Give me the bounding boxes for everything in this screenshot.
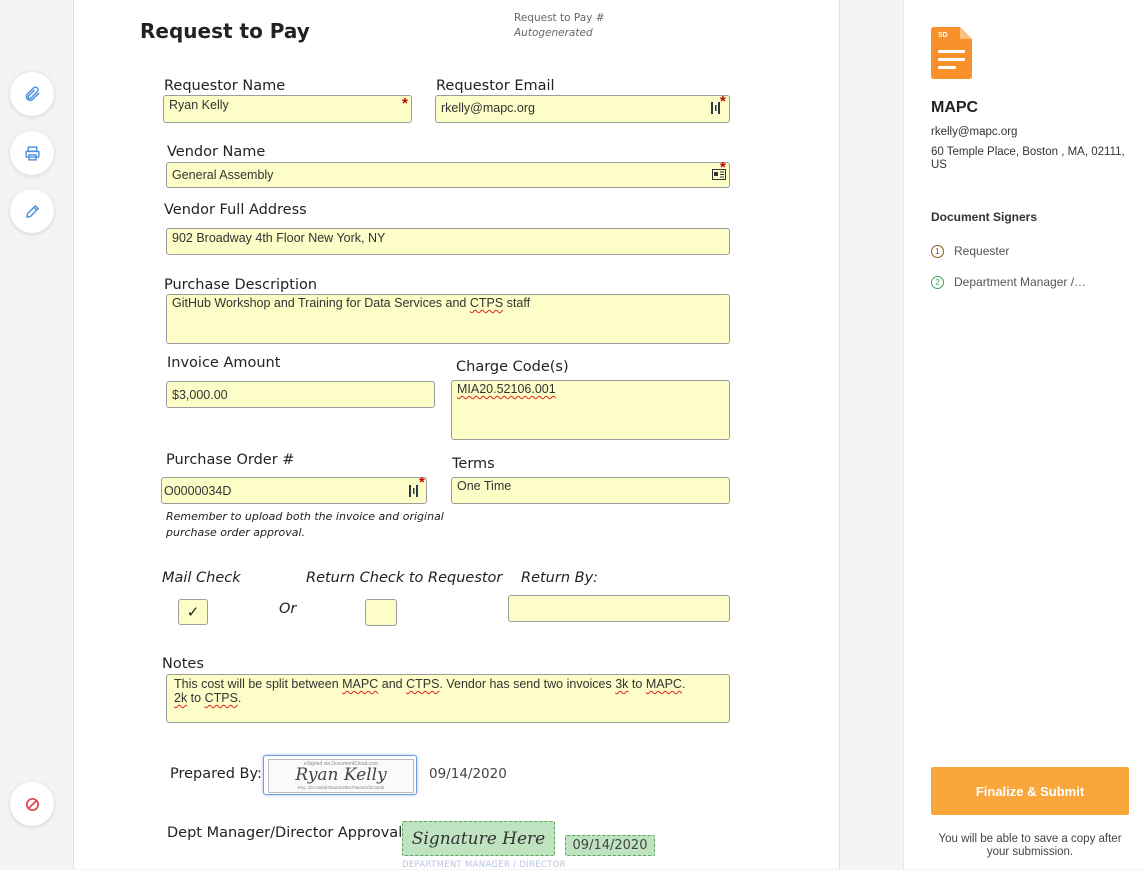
sender-panel: SD MAPC rkelly@mapc.org 60 Temple Place,… bbox=[903, 0, 1145, 869]
signature-placeholder: Signature Here bbox=[411, 828, 546, 849]
sender-address-line1: 60 Temple Place, Boston , MA, 02111, bbox=[931, 146, 1125, 158]
return-by-label: Return By: bbox=[521, 570, 599, 586]
prepared-by-label: Prepared By: bbox=[170, 766, 262, 782]
purchase-description-field[interactable]: GitHub Workshop and Training for Data Se… bbox=[166, 294, 730, 344]
finalize-note: You will be able to save a copy after yo… bbox=[938, 833, 1122, 858]
notes-line2: 2k to CTPS. bbox=[174, 691, 242, 705]
mail-check-checkbox[interactable]: ✓ bbox=[178, 599, 208, 625]
request-number-label: Request to Pay # bbox=[514, 12, 605, 24]
pencil-icon bbox=[25, 204, 39, 218]
prepared-signature[interactable]: eSigned via DocumentCloud.com Ryan Kelly… bbox=[263, 755, 417, 795]
left-toolbar bbox=[0, 0, 74, 869]
vendor-name-label: Vendor Name bbox=[167, 144, 266, 160]
sender-address-line2: US bbox=[931, 159, 947, 171]
approval-label: Dept Manager/Director Approval: bbox=[167, 825, 408, 841]
signer-label: Requester bbox=[954, 244, 1010, 258]
vendor-address-label: Vendor Full Address bbox=[164, 202, 307, 218]
purchase-description-value: GitHub Workshop and Training for Data Se… bbox=[172, 296, 531, 310]
po-value: O0000034D bbox=[164, 484, 232, 498]
signers-heading: Document Signers bbox=[931, 210, 1038, 224]
approval-date-field[interactable]: 09/14/2020 bbox=[565, 835, 655, 856]
vendor-name-value: General Assembly bbox=[172, 168, 274, 182]
return-check-checkbox[interactable] bbox=[365, 599, 397, 626]
print-button[interactable] bbox=[10, 131, 54, 175]
po-note-line2: purchase order approval. bbox=[166, 526, 306, 539]
decline-button[interactable] bbox=[10, 782, 54, 826]
request-number-value: Autogenerated bbox=[514, 27, 593, 39]
charge-codes-label: Charge Code(s) bbox=[456, 359, 569, 375]
prepared-date: 09/14/2020 bbox=[429, 766, 507, 782]
purchase-description-label: Purchase Description bbox=[164, 277, 318, 293]
or-label: Or bbox=[279, 601, 297, 617]
vendor-address-field[interactable]: 902 Broadway 4th Floor New York, NY bbox=[166, 228, 730, 255]
sender-name: MAPC bbox=[931, 99, 979, 116]
terms-label: Terms bbox=[452, 456, 495, 472]
required-marker: * bbox=[720, 159, 726, 176]
attach-button[interactable] bbox=[10, 72, 54, 116]
return-check-label: Return Check to Requestor bbox=[306, 570, 503, 586]
edit-button[interactable] bbox=[10, 189, 54, 233]
form-title: Request to Pay bbox=[140, 19, 310, 43]
vendor-address-value: 902 Broadway 4th Floor New York, NY bbox=[172, 231, 386, 245]
po-field[interactable]: O0000034D bbox=[161, 477, 427, 504]
invoice-amount-field[interactable]: $3,000.00 bbox=[166, 381, 435, 408]
printer-icon bbox=[24, 145, 40, 161]
terms-value: One Time bbox=[457, 479, 512, 493]
charge-codes-field[interactable]: MIA20.52106.001 bbox=[451, 380, 730, 440]
paperclip-icon bbox=[25, 86, 40, 102]
notes-line1: This cost will be split between MAPC and… bbox=[174, 677, 686, 691]
requestor-name-field[interactable]: Ryan Kelly bbox=[163, 95, 412, 123]
approval-date: 09/14/2020 bbox=[572, 838, 648, 853]
notes-label: Notes bbox=[162, 656, 204, 672]
signer-number: 2 bbox=[931, 275, 944, 289]
signature-image: eSigned via DocumentCloud.com Ryan Kelly… bbox=[268, 759, 414, 793]
notes-field[interactable]: This cost will be split between MAPC and… bbox=[166, 674, 730, 723]
checkmark-icon: ✓ bbox=[186, 604, 200, 621]
signer-number: 1 bbox=[931, 244, 944, 258]
cancel-icon bbox=[25, 797, 39, 811]
file-badge: SD bbox=[938, 32, 948, 39]
required-marker: * bbox=[720, 93, 726, 110]
required-marker: * bbox=[402, 95, 408, 112]
finalize-submit-button[interactable]: Finalize & Submit bbox=[931, 767, 1129, 815]
requestor-name-label: Requestor Name bbox=[164, 78, 286, 94]
po-note-line1: Remember to upload both the invoice and … bbox=[166, 510, 444, 523]
document-file-icon: SD bbox=[931, 27, 972, 79]
required-marker: * bbox=[419, 474, 425, 491]
requestor-email-value: rkelly@mapc.org bbox=[441, 101, 535, 115]
invoice-amount-label: Invoice Amount bbox=[167, 355, 281, 371]
terms-field[interactable]: One Time bbox=[451, 477, 730, 504]
vendor-name-field[interactable]: General Assembly bbox=[166, 162, 730, 188]
sender-email: rkelly@mapc.org bbox=[931, 126, 1018, 138]
document-canvas: Request to Pay Request to Pay # Autogene… bbox=[74, 0, 840, 870]
po-label: Purchase Order # bbox=[166, 452, 295, 468]
requestor-email-field[interactable]: rkelly@mapc.org bbox=[435, 95, 730, 123]
signer-item[interactable]: 2 Department Manager /… bbox=[931, 275, 1086, 289]
approval-signature-field[interactable]: Signature Here bbox=[402, 821, 555, 856]
requestor-email-label: Requestor Email bbox=[436, 78, 555, 94]
signer-label: Department Manager /… bbox=[954, 275, 1087, 289]
return-by-field[interactable] bbox=[508, 595, 730, 622]
signer-item[interactable]: 1 Requester bbox=[931, 244, 1009, 258]
requestor-name-value: Ryan Kelly bbox=[169, 98, 229, 112]
mail-check-label: Mail Check bbox=[162, 570, 241, 586]
charge-codes-value: MIA20.52106.001 bbox=[457, 382, 556, 396]
invoice-amount-value: $3,000.00 bbox=[172, 388, 228, 402]
